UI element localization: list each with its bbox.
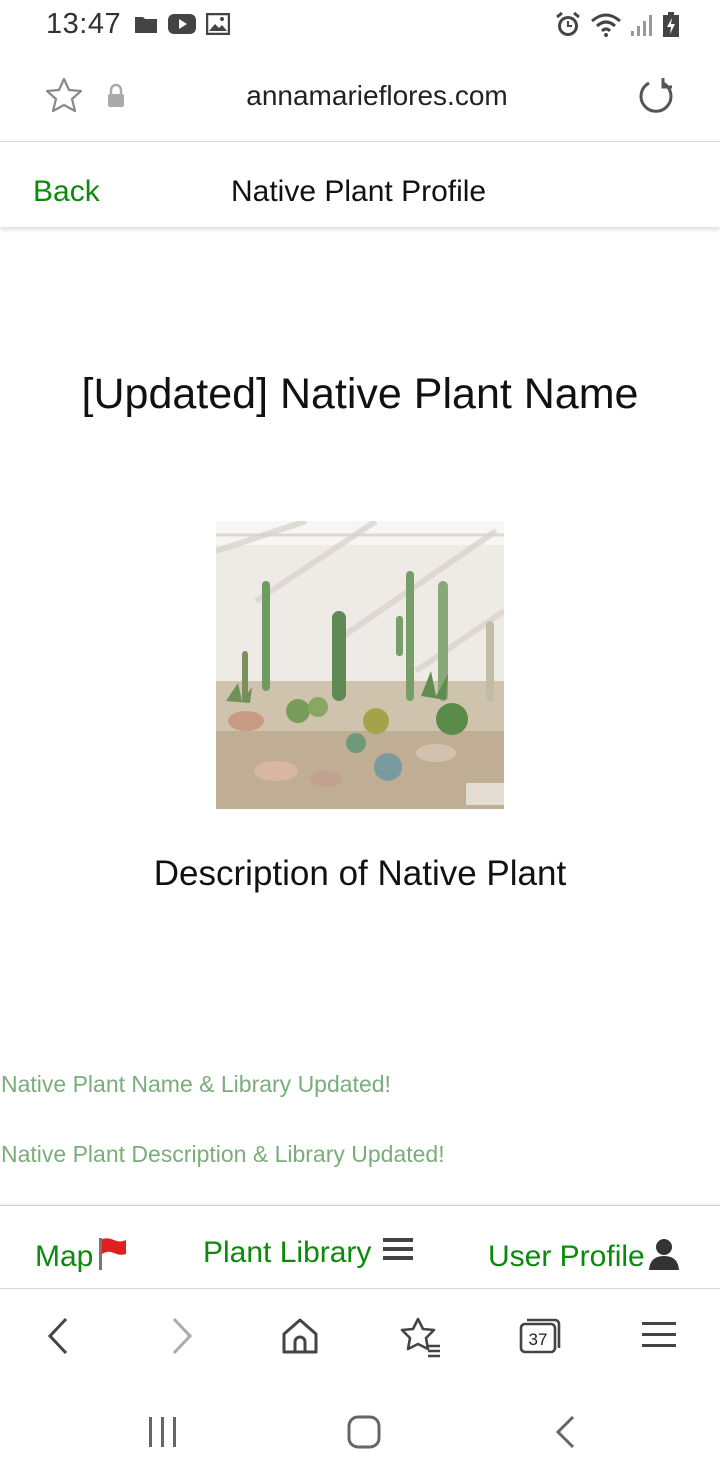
app-bottom-nav: Map Plant Library User Profile (0, 1205, 720, 1289)
tab-count: 37 (528, 1330, 548, 1349)
page-title: Native Plant Profile (231, 175, 487, 208)
menu-icon[interactable] (642, 1316, 676, 1357)
system-back-icon[interactable] (554, 1414, 578, 1455)
nav-user-profile-label: User Profile (488, 1240, 645, 1273)
alarm-icon (554, 11, 582, 44)
url-text[interactable]: annamarieflores.com (0, 80, 720, 112)
browser-toolbar: 37 (0, 1290, 720, 1382)
nav-map[interactable]: Map (35, 1236, 127, 1278)
youtube-icon (168, 13, 196, 40)
reload-icon[interactable] (636, 76, 676, 121)
bookmarks-icon[interactable] (398, 1316, 442, 1363)
back-link[interactable]: Back (33, 175, 100, 209)
back-arrow-icon[interactable] (44, 1316, 74, 1361)
home-button-icon[interactable] (346, 1414, 382, 1455)
folder-icon (134, 14, 158, 39)
image-icon (205, 12, 231, 40)
nav-map-label: Map (35, 1240, 94, 1273)
plant-description: Description of Native Plant (153, 854, 567, 893)
description-updated-message: Native Plant Description & Library Updat… (1, 1141, 445, 1167)
nav-user-profile[interactable]: User Profile (488, 1236, 681, 1278)
wifi-icon (590, 12, 622, 43)
tabs-icon[interactable]: 37 (518, 1316, 562, 1361)
forward-arrow-icon[interactable] (166, 1316, 196, 1361)
signal-icon (630, 13, 654, 42)
status-time: 13:47 (46, 8, 122, 40)
address-bar: annamarieflores.com (0, 52, 720, 142)
hamburger-icon (383, 1236, 414, 1270)
recent-apps-icon[interactable] (146, 1414, 180, 1455)
user-silhouette-icon (647, 1236, 681, 1278)
nav-plant-library-label: Plant Library (203, 1236, 372, 1269)
plant-photo (216, 521, 504, 809)
nav-plant-library[interactable]: Plant Library (203, 1236, 414, 1270)
status-bar: 13:47 (0, 0, 720, 52)
red-flag-icon (97, 1236, 127, 1278)
plant-name-heading: [Updated] Native Plant Name (81, 370, 639, 418)
system-nav-bar (0, 1382, 720, 1480)
battery-charging-icon (662, 12, 680, 43)
home-icon[interactable] (280, 1316, 320, 1361)
page-header: Back Native Plant Profile (0, 143, 720, 227)
name-updated-message: Native Plant Name & Library Updated! (1, 1071, 391, 1097)
